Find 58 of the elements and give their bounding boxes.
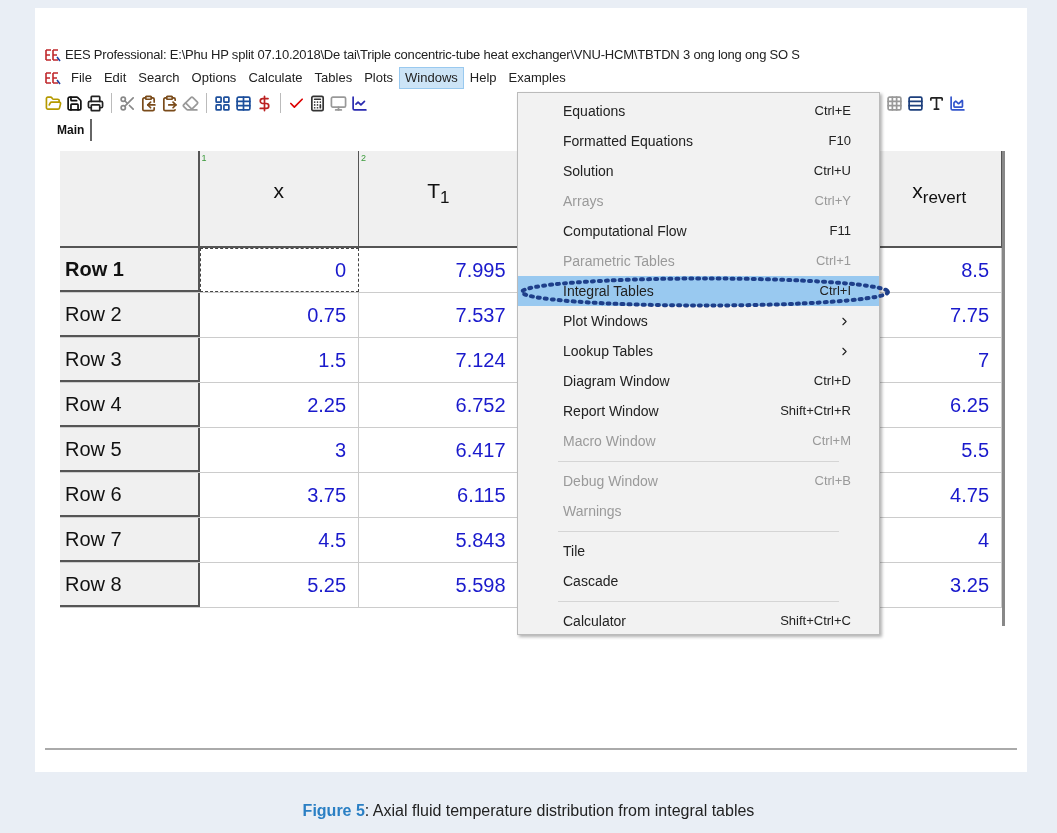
- row-header[interactable]: Row 6: [60, 473, 200, 517]
- menu-item[interactable]: Edit: [97, 67, 133, 89]
- menu-item[interactable]: Tile: [518, 536, 879, 566]
- menu-item[interactable]: Report Window Shift+Ctrl+R: [518, 396, 879, 426]
- menu-item[interactable]: Solution Ctrl+U: [518, 156, 879, 186]
- table-cell[interactable]: 5.25: [199, 563, 360, 607]
- menu-item[interactable]: Search: [132, 67, 186, 89]
- table-cell[interactable]: 2.25: [199, 383, 360, 427]
- shortcut-label: Ctrl+D: [813, 372, 851, 391]
- column-index: 1: [201, 152, 207, 165]
- menu-item[interactable]: Formatted Equations F10: [518, 126, 879, 156]
- column-label: x: [273, 178, 285, 205]
- row-header[interactable]: Row 7: [60, 518, 200, 562]
- table-cell[interactable]: 4.5: [199, 518, 360, 562]
- shortcut-label: Ctrl+E: [814, 102, 851, 121]
- menu-item[interactable]: Computational Flow F11: [518, 216, 879, 246]
- menu-item[interactable]: Calculator Shift+Ctrl+C: [518, 606, 879, 634]
- shortcut-label: Ctrl+1: [815, 252, 851, 271]
- menu-item[interactable]: Help: [463, 67, 503, 89]
- column-header[interactable]: 1 x: [199, 151, 360, 246]
- window-title: EES Professional: E:\Phu HP split 07.10.2018\De tai\Triple concentric-tube heat exchanger\VNU-HCM\TBTDN 3 ong long ong SO S: [65, 46, 800, 65]
- menu-item[interactable]: Tables: [308, 67, 359, 89]
- row-header[interactable]: Row 1: [60, 248, 200, 292]
- shortcut-label: Ctrl+Y: [814, 192, 851, 211]
- column-label: x$_{revert}$: [912, 178, 967, 207]
- shortcut-label: Ctrl+I: [819, 282, 851, 301]
- menu-item[interactable]: Diagram Window Ctrl+D: [518, 366, 879, 396]
- shortcut-label: Shift+Ctrl+C: [780, 612, 851, 631]
- row-header[interactable]: Row 4: [60, 383, 200, 427]
- column-index: 2: [361, 152, 367, 165]
- menu-item[interactable]: Calculate: [242, 67, 309, 89]
- table-cell[interactable]: 0.75: [199, 293, 360, 337]
- menu-item[interactable]: Windows: [399, 67, 464, 89]
- table-cell[interactable]: 3.75: [199, 473, 360, 517]
- menu-item[interactable]: Cascade: [518, 566, 879, 596]
- menu-item[interactable]: Examples: [502, 67, 572, 89]
- menu-item[interactable]: Lookup Tables: [518, 336, 879, 366]
- menu-item[interactable]: Equations Ctrl+E: [518, 96, 879, 126]
- tab[interactable]: Main: [51, 119, 93, 141]
- column-label: T$_{1}$: [427, 178, 450, 207]
- shortcut-label: Ctrl+M: [812, 432, 851, 451]
- row-header[interactable]: Row 8: [60, 563, 200, 607]
- menu-item[interactable]: File: [65, 67, 98, 89]
- menu-item[interactable]: Options: [185, 67, 243, 89]
- shortcut-label: F11: [829, 222, 851, 241]
- figure-caption: Figure 5: Axial fluid temperature distribution from integral tables: [301, 801, 756, 821]
- menu-item[interactable]: Plots: [358, 67, 400, 89]
- row-header[interactable]: Row 2: [60, 293, 200, 337]
- shortcut-label: Shift+Ctrl+R: [780, 402, 851, 421]
- table-cell[interactable]: 1.5: [199, 338, 360, 382]
- row-header[interactable]: Row 3: [60, 338, 200, 382]
- table-cell[interactable]: 3: [199, 428, 360, 472]
- menu-item[interactable]: Plot Windows: [518, 306, 879, 336]
- table-cell[interactable]: 0: [199, 248, 360, 292]
- shortcut-label: Ctrl+U: [813, 162, 851, 181]
- shortcut-label: Ctrl+B: [814, 472, 851, 491]
- row-header[interactable]: Row 5: [60, 428, 200, 472]
- shortcut-label: F10: [828, 132, 851, 151]
